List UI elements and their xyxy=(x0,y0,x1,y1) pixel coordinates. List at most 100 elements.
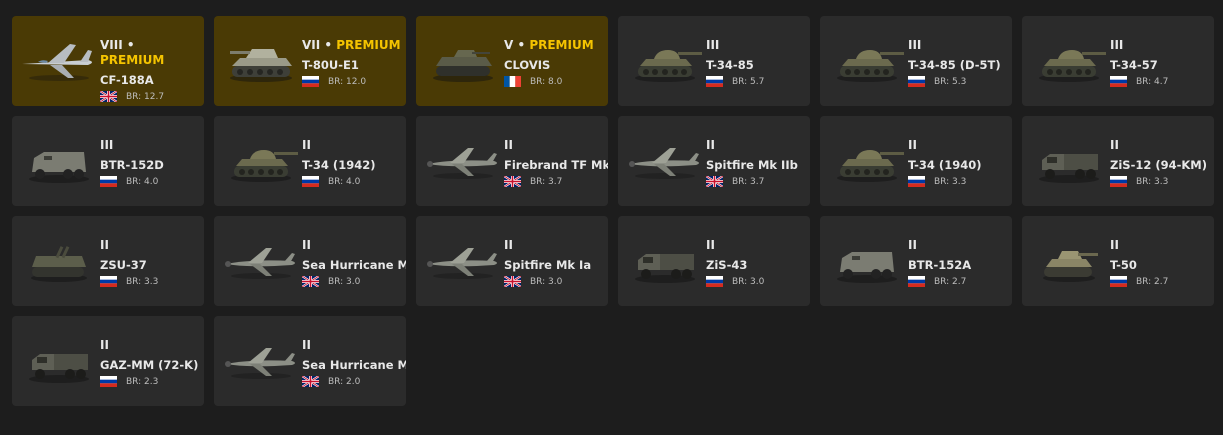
vehicle-image xyxy=(826,136,908,188)
tier-value: III xyxy=(1110,38,1124,52)
vehicle-image xyxy=(18,236,100,288)
flag-uk-icon xyxy=(302,376,319,387)
battle-rating: BR: 12.7 xyxy=(126,91,165,102)
vehicle-image xyxy=(422,36,504,88)
tier-label: III xyxy=(100,138,204,153)
vehicle-name: Spitfire Mk IIb xyxy=(706,158,798,172)
vehicle-name: CF-188A xyxy=(100,73,154,87)
tier-value: III xyxy=(100,138,114,152)
vehicle-card[interactable]: III T-34-85 BR: 5.7 xyxy=(618,16,810,106)
tier-label: III xyxy=(908,38,1012,53)
tier-value: III xyxy=(908,38,922,52)
battle-rating: BR: 5.3 xyxy=(934,76,967,87)
vehicle-card[interactable]: II GAZ-MM (72-K) BR: 2.3 xyxy=(12,316,204,406)
vehicle-name: BTR-152D xyxy=(100,158,164,172)
vehicle-name: Sea Hurricane Mk IC xyxy=(302,258,406,272)
premium-badge: PREMIUM xyxy=(529,38,594,52)
flag-uk-icon xyxy=(706,176,723,187)
tier-label: II xyxy=(302,238,406,253)
vehicle-name: T-50 xyxy=(1110,258,1137,272)
vehicle-card[interactable]: II Sea Hurricane Mk IC BR: 3.0 xyxy=(214,216,406,306)
vehicle-card[interactable]: II ZiS-43 BR: 3.0 xyxy=(618,216,810,306)
premium-badge: PREMIUM xyxy=(100,53,165,67)
battle-rating: BR: 3.0 xyxy=(328,276,361,287)
vehicle-name: T-34-85 (D-5T) xyxy=(908,58,1001,72)
vehicle-name: Sea Hurricane Mk I xyxy=(302,358,406,372)
flag-france-icon xyxy=(504,76,521,87)
tier-value: II xyxy=(100,338,109,352)
flag-ussr-icon xyxy=(302,76,319,87)
tier-label: II xyxy=(706,138,810,153)
vehicle-image xyxy=(826,236,908,288)
vehicle-card[interactable]: II T-34 (1942) BR: 4.0 xyxy=(214,116,406,206)
vehicle-name: T-80U-E1 xyxy=(302,58,359,72)
vehicle-card[interactable]: II Spitfire Mk Ia BR: 3.0 xyxy=(416,216,608,306)
tier-value: VIII xyxy=(100,38,123,52)
flag-uk-icon xyxy=(504,176,521,187)
battle-rating: BR: 4.0 xyxy=(328,176,361,187)
vehicle-card[interactable]: III T-34-85 (D-5T) BR: 5.3 xyxy=(820,16,1012,106)
vehicle-image xyxy=(220,136,302,188)
vehicle-card[interactable]: II T-34 (1940) BR: 3.3 xyxy=(820,116,1012,206)
battle-rating: BR: 3.7 xyxy=(732,176,765,187)
tier-label: II xyxy=(504,138,608,153)
tier-value: II xyxy=(504,238,513,252)
tier-label: II xyxy=(302,338,406,353)
vehicle-card[interactable]: III BTR-152D BR: 4.0 xyxy=(12,116,204,206)
flag-ussr-icon xyxy=(1110,176,1127,187)
vehicle-image xyxy=(1028,36,1110,88)
flag-ussr-icon xyxy=(908,76,925,87)
vehicle-name: CLOVIS xyxy=(504,58,551,72)
tier-label: II xyxy=(908,238,1012,253)
vehicle-image xyxy=(422,136,504,188)
tier-label: V • PREMIUM xyxy=(504,38,594,52)
vehicle-card[interactable]: VII • PREMIUM T-80U-E1 BR: 12.0 xyxy=(214,16,406,106)
vehicle-card[interactable]: II ZSU-37 BR: 3.3 xyxy=(12,216,204,306)
flag-ussr-icon xyxy=(100,276,117,287)
tier-value: II xyxy=(302,138,311,152)
battle-rating: BR: 3.3 xyxy=(126,276,159,287)
battle-rating: BR: 4.0 xyxy=(126,176,159,187)
vehicle-card[interactable]: III T-34-57 BR: 4.7 xyxy=(1022,16,1214,106)
vehicle-card[interactable]: II ZiS-12 (94-KM) BR: 3.3 xyxy=(1022,116,1214,206)
vehicle-card[interactable]: VIII • PREMIUM CF-188A BR: 12.7 xyxy=(12,16,204,106)
vehicle-name: ZSU-37 xyxy=(100,258,147,272)
vehicle-image xyxy=(624,236,706,288)
vehicle-card[interactable]: II Firebrand TF Mk IV BR: 3.7 xyxy=(416,116,608,206)
flag-uk-icon xyxy=(302,276,319,287)
vehicle-name: GAZ-MM (72-K) xyxy=(100,358,199,372)
vehicle-image xyxy=(624,36,706,88)
vehicle-name: ZiS-12 (94-KM) xyxy=(1110,158,1207,172)
vehicle-image xyxy=(220,336,302,388)
battle-rating: BR: 12.0 xyxy=(328,76,367,87)
vehicle-name: BTR-152A xyxy=(908,258,972,272)
vehicle-grid: VIII • PREMIUM CF-188A BR: 12.7 VII • PREM… xyxy=(12,16,1214,406)
vehicle-image xyxy=(826,36,908,88)
flag-ussr-icon xyxy=(302,176,319,187)
vehicle-card[interactable]: II T-50 BR: 2.7 xyxy=(1022,216,1214,306)
tier-label: II xyxy=(100,338,204,353)
battle-rating: BR: 3.3 xyxy=(1136,176,1169,187)
vehicle-card[interactable]: V • PREMIUM CLOVIS BR: 8.0 xyxy=(416,16,608,106)
flag-ussr-icon xyxy=(100,376,117,387)
battle-rating: BR: 3.7 xyxy=(530,176,563,187)
tier-value: II xyxy=(504,138,513,152)
tier-value: III xyxy=(706,38,720,52)
tier-value: V xyxy=(504,38,514,52)
vehicle-name: T-34-57 xyxy=(1110,58,1158,72)
vehicle-image xyxy=(1028,236,1110,288)
tier-value: II xyxy=(100,238,109,252)
flag-ussr-icon xyxy=(100,176,117,187)
vehicle-card[interactable]: II Spitfire Mk IIb BR: 3.7 xyxy=(618,116,810,206)
battle-rating: BR: 2.3 xyxy=(126,376,159,387)
tier-label: III xyxy=(1110,38,1214,53)
tier-value: II xyxy=(1110,138,1119,152)
flag-uk-icon xyxy=(504,276,521,287)
vehicle-image xyxy=(18,336,100,388)
battle-rating: BR: 3.0 xyxy=(732,276,765,287)
vehicle-image xyxy=(18,36,100,88)
tier-label: II xyxy=(908,138,1012,153)
vehicle-name: Firebrand TF Mk IV xyxy=(504,158,608,172)
vehicle-card[interactable]: II Sea Hurricane Mk I BR: 2.0 xyxy=(214,316,406,406)
vehicle-card[interactable]: II BTR-152A BR: 2.7 xyxy=(820,216,1012,306)
